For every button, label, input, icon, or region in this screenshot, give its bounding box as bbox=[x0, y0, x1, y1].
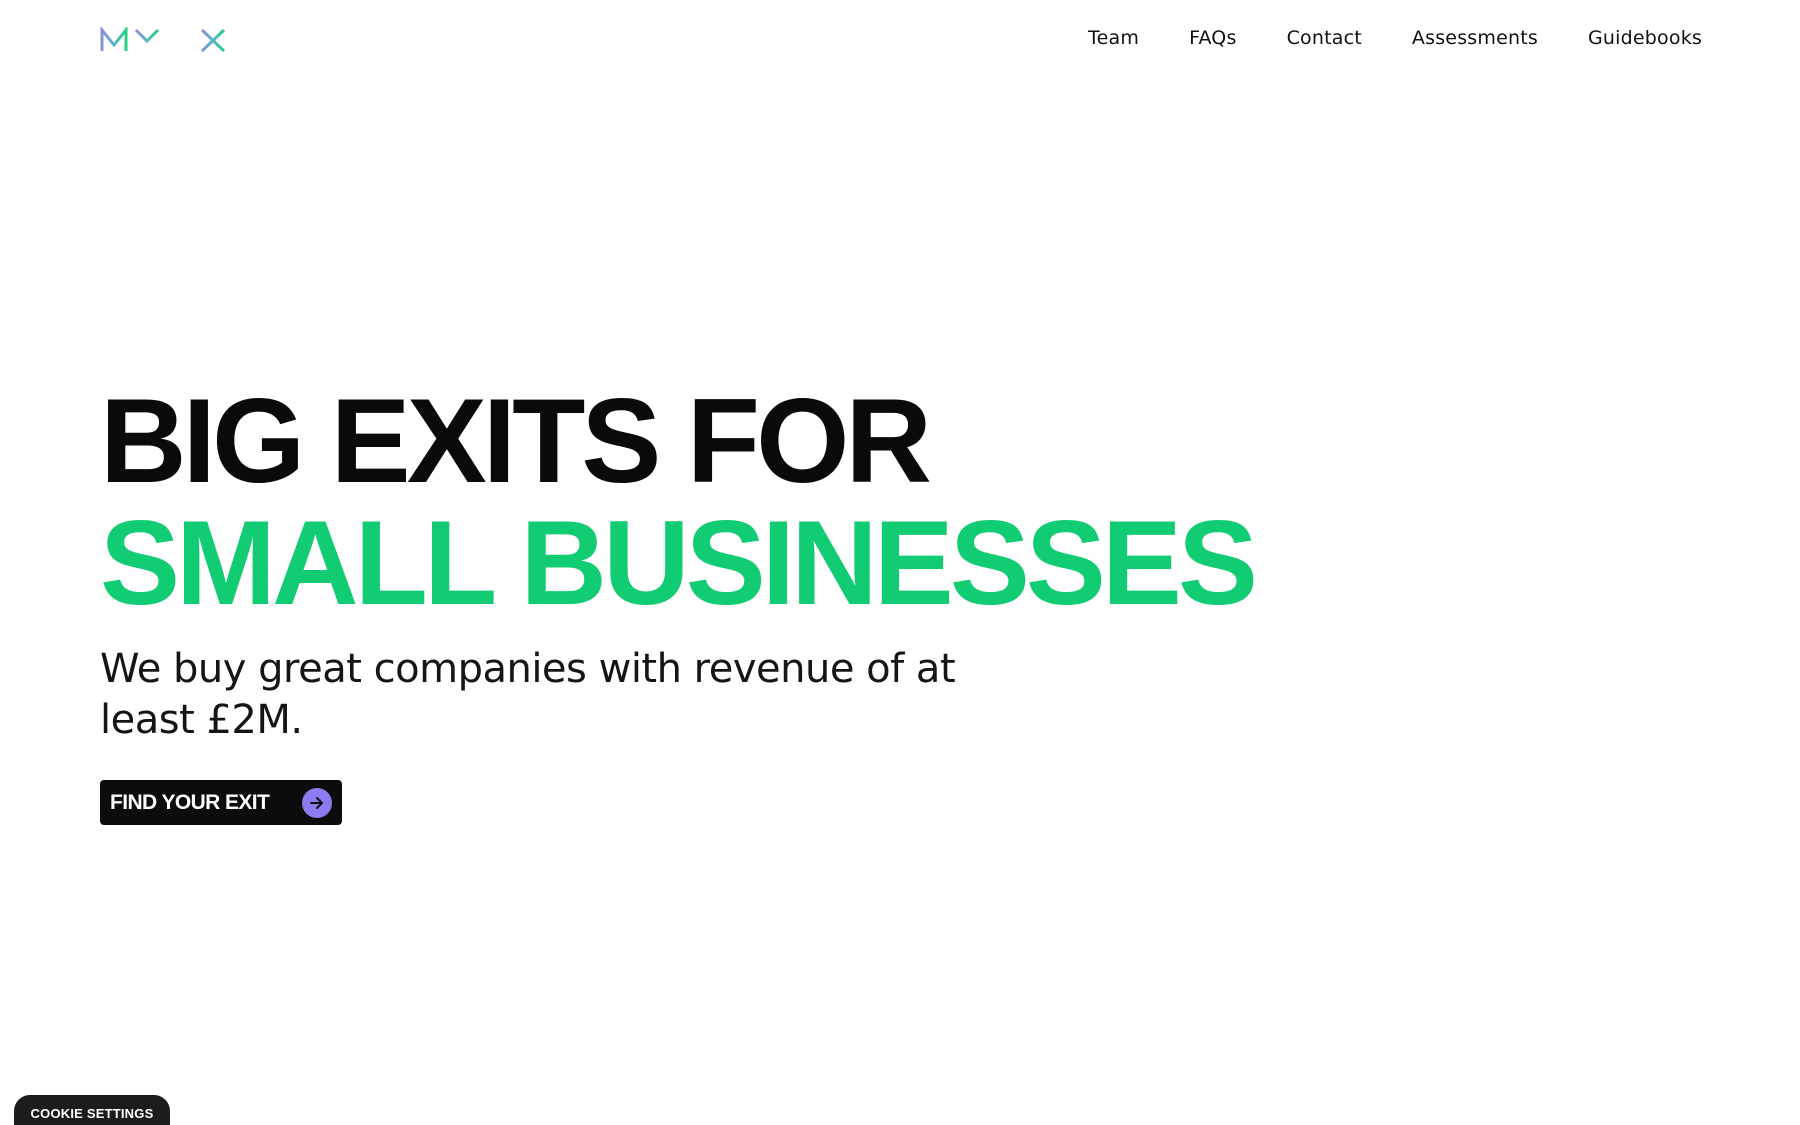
hero-section: BIG EXITS FOR SMALL BUSINESSES We buy gr… bbox=[100, 380, 1500, 746]
arrow-right-icon bbox=[302, 787, 332, 818]
find-your-exit-button[interactable]: FIND YOUR EXIT bbox=[100, 780, 342, 825]
cookie-settings-button[interactable]: COOKIE SETTINGS bbox=[14, 1095, 170, 1125]
nav-contact[interactable]: Contact bbox=[1287, 20, 1362, 56]
headline-line-1: BIG EXITS FOR bbox=[100, 374, 932, 508]
cookie-settings-label: COOKIE SETTINGS bbox=[30, 1106, 154, 1121]
headline-line-2: SMALL BUSINESSES bbox=[100, 496, 1258, 630]
myexit-logo[interactable] bbox=[100, 22, 282, 58]
main-nav: Team FAQs Contact Assessments Guidebooks bbox=[1038, 20, 1702, 56]
nav-team[interactable]: Team bbox=[1088, 20, 1139, 56]
page: Team FAQs Contact Assessments Guidebooks… bbox=[0, 0, 1800, 1125]
cta-label: FIND YOUR EXIT bbox=[110, 790, 270, 814]
nav-guidebooks[interactable]: Guidebooks bbox=[1588, 20, 1702, 56]
nav-assessments[interactable]: Assessments bbox=[1412, 20, 1538, 56]
myexit-logo-icon bbox=[100, 27, 278, 53]
nav-faqs[interactable]: FAQs bbox=[1189, 20, 1237, 56]
hero-subtitle: We buy great companies with revenue of a… bbox=[100, 646, 956, 743]
hero-headline: BIG EXITS FOR SMALL BUSINESSES bbox=[100, 380, 1500, 624]
site-header: Team FAQs Contact Assessments Guidebooks bbox=[0, 0, 1800, 80]
